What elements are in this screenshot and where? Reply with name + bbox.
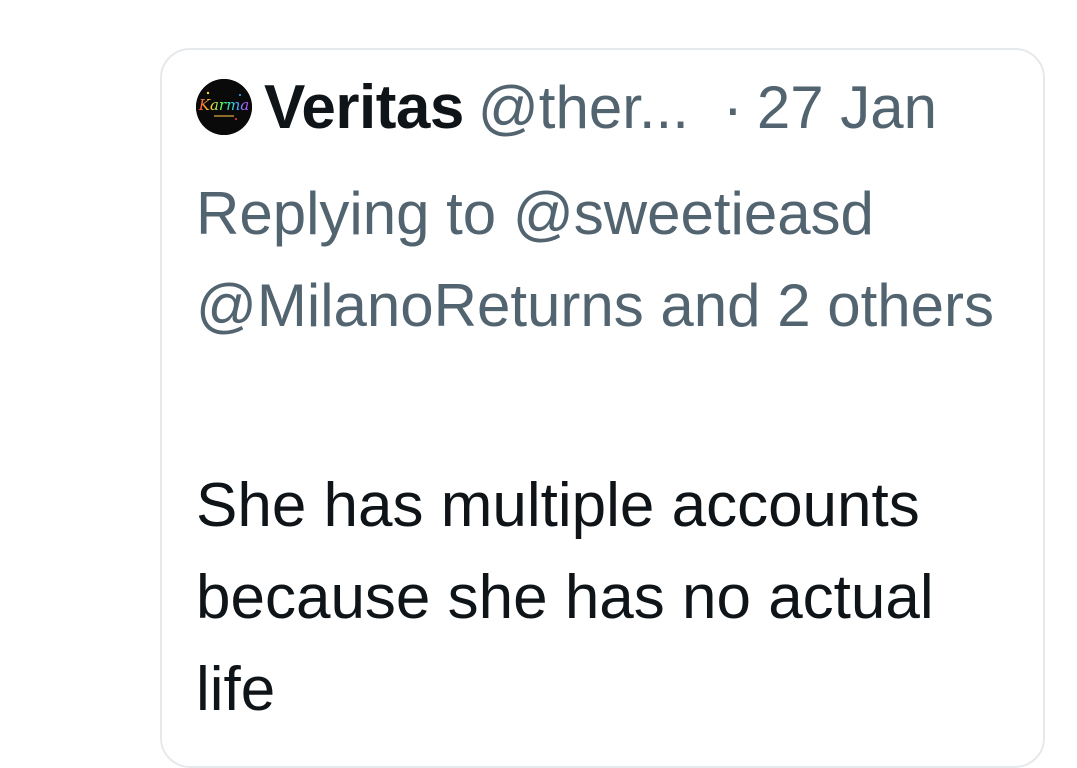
- quoted-tweet-card[interactable]: Karma Veritas @ther... · 27 Jan Replying…: [160, 48, 1045, 768]
- karma-logo-icon: Karma: [196, 79, 252, 135]
- avatar[interactable]: Karma: [196, 79, 252, 135]
- svg-text:Karma: Karma: [198, 96, 250, 114]
- tweet-date[interactable]: 27 Jan: [757, 73, 937, 142]
- display-name[interactable]: Veritas: [264, 72, 464, 143]
- user-handle[interactable]: @ther...: [478, 73, 689, 142]
- tweet-header: Karma Veritas @ther... · 27 Jan: [196, 72, 937, 142]
- tweet-text: She has multiple accounts because she ha…: [196, 471, 934, 724]
- separator-dot: ·: [722, 73, 743, 141]
- replying-to-line: Replying to @sweetieasd @MilanoReturns a…: [196, 180, 994, 339]
